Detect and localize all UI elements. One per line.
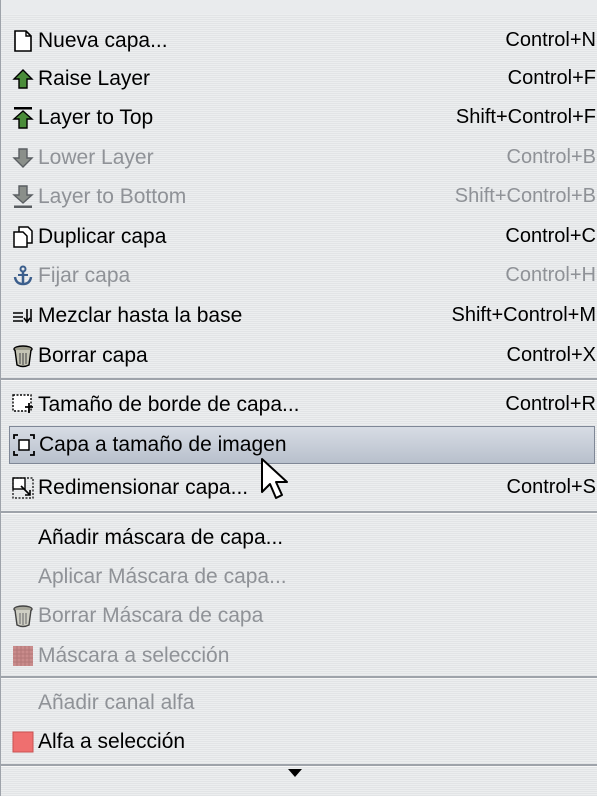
menu-item-label: Raise Layer: [38, 66, 151, 90]
menu-item-merge-down[interactable]: Mezclar hasta la base Shift+Control+M: [1, 296, 597, 335]
menu-item-label: Duplicar capa: [38, 224, 167, 248]
menu-item-delete-layer[interactable]: Borrar capa Control+X: [1, 336, 597, 375]
menu-item-accelerator: Control+N: [505, 29, 596, 51]
menu-item-accelerator: Control+B: [506, 146, 597, 168]
layer-menu: Nueva capa... Control+N Raise Layer Cont…: [0, 0, 597, 796]
menu-item-duplicate-layer[interactable]: Duplicar capa Control+C: [1, 217, 597, 256]
layer-to-image-size-icon: [12, 433, 36, 457]
menu-item-accelerator: Control+F: [507, 67, 596, 89]
menu-item-label: Añadir máscara de capa...: [38, 525, 284, 549]
menu-item-label: Layer to Top: [38, 105, 154, 129]
scale-layer-icon: [11, 476, 35, 500]
menu-item-accelerator: Control+H: [505, 264, 596, 286]
menu-item-lower-layer: Lower Layer Control+B: [1, 138, 597, 177]
menu-item-label: Añadir canal alfa: [38, 690, 195, 714]
menu-item-alpha-to-selection[interactable]: Alfa a selección: [1, 722, 597, 761]
chevron-down-icon: [287, 769, 302, 777]
duplicate-icon: [11, 225, 35, 249]
menu-separator: [1, 676, 597, 679]
mask-to-selection-icon: [11, 644, 35, 668]
menu-item-add-alpha-channel: Añadir canal alfa: [1, 683, 597, 722]
menu-item-mask-to-selection: Máscara a selección: [1, 636, 597, 675]
layer-boundary-size-icon: [11, 393, 35, 417]
trash-icon: [11, 344, 35, 368]
menu-item-accelerator: Control+S: [506, 476, 597, 498]
menu-item-label: Máscara a selección: [38, 643, 230, 667]
menu-item-apply-layer-mask: Aplicar Máscara de capa...: [1, 557, 597, 596]
menu-item-accelerator: Shift+Control+B: [454, 185, 596, 207]
menu-item-label: Mezclar hasta la base: [38, 303, 243, 327]
menu-item-new-layer[interactable]: Nueva capa... Control+N: [1, 21, 597, 60]
blank-icon: [11, 691, 35, 715]
menu-item-label: Borrar capa: [38, 343, 148, 367]
trash-icon: [11, 604, 35, 628]
anchor-icon: [11, 264, 35, 288]
scroll-down-arrow[interactable]: [1, 767, 597, 796]
menu-top-band: [1, 0, 597, 14]
alpha-to-selection-icon: [11, 730, 35, 754]
menu-item-label: Borrar Máscara de capa: [38, 603, 264, 627]
arrow-to-top-icon: [11, 106, 35, 130]
menu-item-label: Lower Layer: [38, 145, 154, 169]
menu-item-accelerator: Control+R: [505, 393, 596, 415]
menu-item-layer-boundary-size[interactable]: Tamaño de borde de capa... Control+R: [1, 385, 597, 424]
blank-icon: [11, 526, 35, 550]
menu-item-accelerator: Shift+Control+M: [451, 304, 596, 326]
menu-item-accelerator: Shift+Control+F: [455, 106, 596, 128]
menu-separator: [1, 511, 597, 514]
menu-item-layer-to-image-size[interactable]: Capa a tamaño de imagen: [9, 426, 595, 464]
arrow-to-bottom-icon: [11, 184, 35, 209]
new-page-icon: [11, 29, 35, 53]
menu-item-add-layer-mask[interactable]: Añadir máscara de capa...: [1, 518, 597, 557]
menu-item-layer-to-top[interactable]: Layer to Top Shift+Control+F: [1, 98, 597, 137]
arrow-up-icon: [11, 67, 35, 91]
menu-item-label: Nueva capa...: [38, 28, 168, 52]
arrow-down-icon: [11, 146, 35, 170]
menu-item-scale-layer[interactable]: Redimensionar capa... Control+S: [1, 468, 597, 507]
menu-item-layer-to-bottom: Layer to Bottom Shift+Control+B: [1, 177, 597, 216]
menu-item-accelerator: Control+C: [505, 225, 596, 247]
menu-item-delete-layer-mask: Borrar Máscara de capa: [1, 596, 597, 635]
menu-item-label: Capa a tamaño de imagen: [39, 433, 287, 456]
menu-item-label: Alfa a selección: [38, 729, 186, 753]
merge-down-icon: [11, 304, 35, 328]
menu-item-label: Fijar capa: [38, 263, 131, 287]
blank-icon: [11, 565, 35, 589]
menu-separator: [1, 378, 597, 381]
menu-item-label: Tamaño de borde de capa...: [38, 392, 300, 416]
menu-item-raise-layer[interactable]: Raise Layer Control+F: [1, 59, 597, 98]
menu-item-anchor-layer: Fijar capa Control+H: [1, 256, 597, 295]
menu-item-accelerator: Control+X: [506, 344, 597, 366]
menu-item-label: Redimensionar capa...: [38, 475, 249, 499]
menu-item-label: Layer to Bottom: [38, 184, 187, 208]
menu-item-label: Aplicar Máscara de capa...: [38, 564, 287, 588]
